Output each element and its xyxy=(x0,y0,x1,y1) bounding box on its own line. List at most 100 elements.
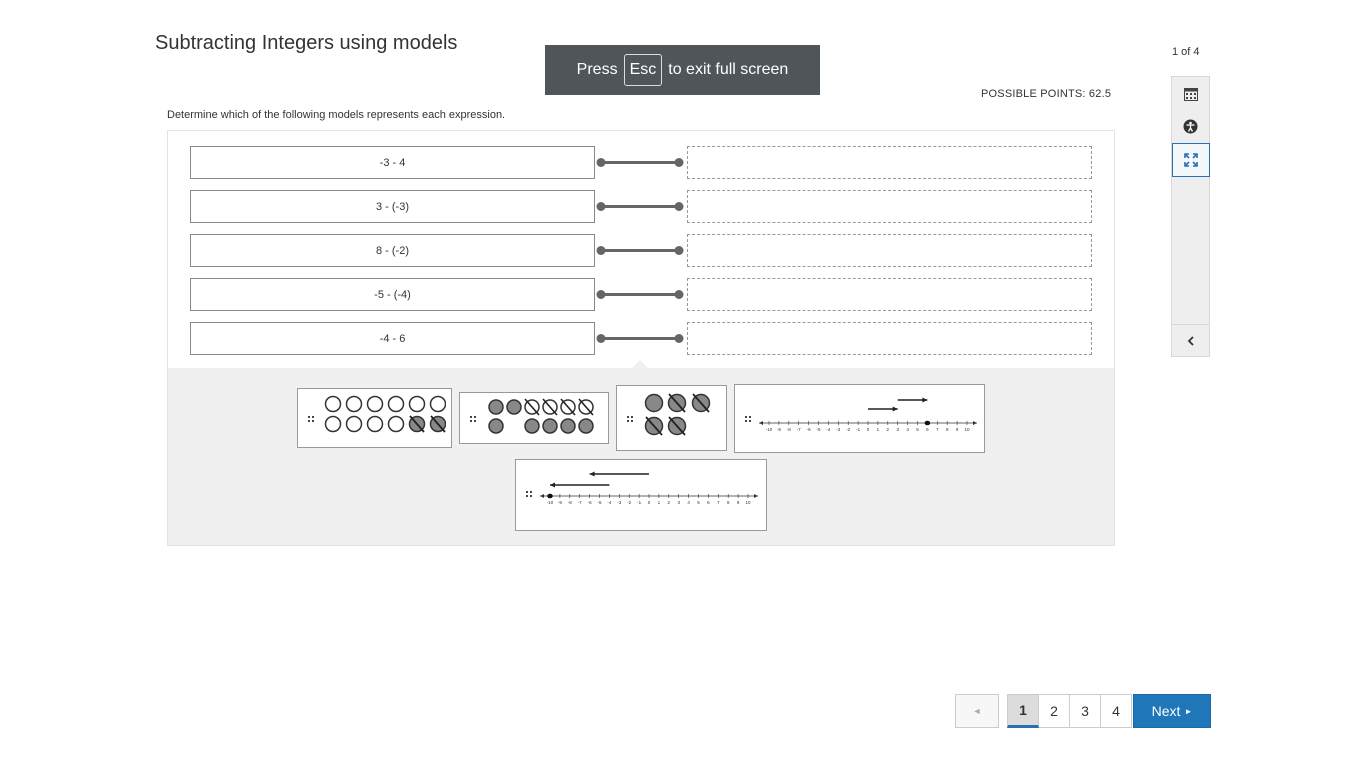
match-area: -3 - 4 3 - (-3) 8 - (-2) -5 - (-4) -4 - 6 xyxy=(168,131,1114,368)
accessibility-button[interactable] xyxy=(1172,110,1209,142)
number-line-tick-label: -7 xyxy=(578,500,582,505)
drag-handle-icon[interactable] xyxy=(307,415,315,423)
number-line-tick-label: 3 xyxy=(896,427,899,432)
counters-model-1 xyxy=(324,395,446,433)
axis-arrow-right xyxy=(973,421,977,425)
instructions: Determine which of the following models … xyxy=(167,109,506,121)
number-line-tick-label: 2 xyxy=(887,427,890,432)
endpoint-dot xyxy=(924,420,931,426)
number-line-tick-label: -10 xyxy=(547,500,554,505)
number-line-tick-label: -4 xyxy=(826,427,830,432)
number-line-tick-label: 0 xyxy=(867,427,870,432)
number-line-tick-label: 7 xyxy=(936,427,939,432)
number-line-tick-label: 0 xyxy=(648,500,651,505)
number-line-tick-label: 9 xyxy=(956,427,959,432)
fullscreen-button[interactable] xyxy=(1172,143,1210,177)
possible-points: POSSIBLE POINTS: 62.5 xyxy=(981,88,1112,100)
accessibility-icon xyxy=(1183,119,1198,133)
drop-zone[interactable] xyxy=(687,278,1092,311)
next-label: Next xyxy=(1151,703,1181,719)
esc-key: Esc xyxy=(623,54,663,86)
expression-label: -4 - 6 xyxy=(379,332,406,345)
tools-sidebar xyxy=(1171,76,1210,357)
expression-label: -3 - 4 xyxy=(379,156,406,169)
drag-handle-icon[interactable] xyxy=(469,415,477,423)
fullscreen-banner: Press Esc to exit full screen xyxy=(545,45,820,95)
model-tile-5[interactable]: -10 -9 -8 -7 -6 -5 -4 -3 -2 -1 0 1 2 3 4 5 6 7 8 9 10 xyxy=(515,459,767,531)
answer-pool: -10 -9 -8 -7 -6 -5 -4 -3 -2 -1 0 1 2 3 4 5 6 7 8 9 10 -10 -9-… xyxy=(168,368,1114,545)
match-row: -5 - (-4) xyxy=(190,278,1094,311)
number-line-tick-label: 10 xyxy=(745,500,751,505)
drop-zone[interactable] xyxy=(687,146,1092,179)
model-tile-1[interactable] xyxy=(297,388,452,448)
next-button[interactable]: Next ► xyxy=(1133,694,1211,728)
counters-model-2 xyxy=(488,398,594,434)
drag-handle-icon[interactable] xyxy=(525,490,533,498)
jump-arrow xyxy=(550,482,610,488)
expression-box: 8 - (-2) xyxy=(190,234,595,267)
number-line-tick-label: 5 xyxy=(916,427,919,432)
number-line-tick-label: -9 xyxy=(777,427,781,432)
axis-arrow-right xyxy=(754,494,758,498)
drop-zone[interactable] xyxy=(687,234,1092,267)
expression-box: -3 - 4 xyxy=(190,146,595,179)
connector-line xyxy=(596,202,684,211)
page-button-2[interactable]: 2 xyxy=(1038,694,1070,728)
expression-label: 3 - (-3) xyxy=(376,200,409,213)
model-tile-3[interactable] xyxy=(616,385,727,451)
number-line-tick-label: -5 xyxy=(816,427,820,432)
number-line-tick-label: 7 xyxy=(717,500,720,505)
counters-model-3 xyxy=(644,393,711,436)
number-line-tick-label: -8 xyxy=(787,427,791,432)
number-line-tick-label: 8 xyxy=(727,500,730,505)
match-row: 8 - (-2) xyxy=(190,234,1094,267)
jump-arrow xyxy=(589,471,649,477)
expression-label: -5 - (-4) xyxy=(374,288,411,301)
connector-line xyxy=(596,290,684,299)
number-line-tick-label: -4 xyxy=(607,500,611,505)
number-line-tick-label: 10 xyxy=(964,427,970,432)
expression-label: 8 - (-2) xyxy=(376,244,409,257)
drag-handle-icon[interactable] xyxy=(744,415,752,423)
axis-arrow-left xyxy=(540,494,544,498)
banner-text-before: Press xyxy=(576,61,618,78)
matching-question: -3 - 4 3 - (-3) 8 - (-2) -5 - (-4) -4 - 6 xyxy=(167,130,1115,546)
expression-box: -4 - 6 xyxy=(190,322,595,355)
drop-zone[interactable] xyxy=(687,322,1092,355)
jump-arrow xyxy=(897,397,928,403)
jump-arrow xyxy=(868,406,898,412)
page-button-3[interactable]: 3 xyxy=(1069,694,1101,728)
number-line-tick-label: 9 xyxy=(737,500,740,505)
number-line-tick-label: 4 xyxy=(906,427,909,432)
connector-line xyxy=(596,246,684,255)
number-line-tick-label: 6 xyxy=(926,427,929,432)
number-line-tick-label: 2 xyxy=(668,500,671,505)
prev-page-button[interactable]: ◄ xyxy=(955,694,999,728)
calculator-button[interactable] xyxy=(1172,78,1209,110)
match-row: -4 - 6 xyxy=(190,322,1094,355)
model-tile-4[interactable]: -10 -9 -8 -7 -6 -5 -4 -3 -2 -1 0 1 2 3 4 5 6 7 8 9 10 xyxy=(734,384,985,453)
banner-text-after: to exit full screen xyxy=(668,61,789,78)
drop-zone[interactable] xyxy=(687,190,1092,223)
fullscreen-icon xyxy=(1184,153,1198,167)
number-line-model-5: -10 -9 -8 -7 -6 -5 -4 -3 -2 -1 0 1 2 3 4 5 6 7 8 9 10 xyxy=(540,471,758,505)
number-line-tick-label: -2 xyxy=(846,427,850,432)
match-row: -3 - 4 xyxy=(190,146,1094,179)
number-line-model-4: -10 -9 -8 -7 -6 -5 -4 -3 -2 -1 0 1 2 3 4 5 6 7 8 9 10 xyxy=(759,397,977,432)
page-button-4[interactable]: 4 xyxy=(1100,694,1132,728)
number-line-tick-label: 5 xyxy=(697,500,700,505)
calculator-icon xyxy=(1183,87,1198,101)
number-line-tick-label: -5 xyxy=(597,500,601,505)
model-tile-2[interactable] xyxy=(459,392,609,444)
number-line-tick-label: -1 xyxy=(637,500,641,505)
page-title: Subtracting Integers using models xyxy=(155,32,458,54)
number-line-tick-label: 8 xyxy=(946,427,949,432)
number-line-tick-label: -10 xyxy=(766,427,773,432)
page-button-1[interactable]: 1 xyxy=(1007,694,1039,728)
number-line-tick-label: -6 xyxy=(807,427,811,432)
number-line-tick-label: 4 xyxy=(687,500,690,505)
collapse-tools-button[interactable] xyxy=(1172,324,1209,357)
pagination: ◄ 1 2 3 4 xyxy=(955,694,1132,728)
drag-handle-icon[interactable] xyxy=(626,415,634,423)
chevron-left-icon xyxy=(1187,336,1194,346)
